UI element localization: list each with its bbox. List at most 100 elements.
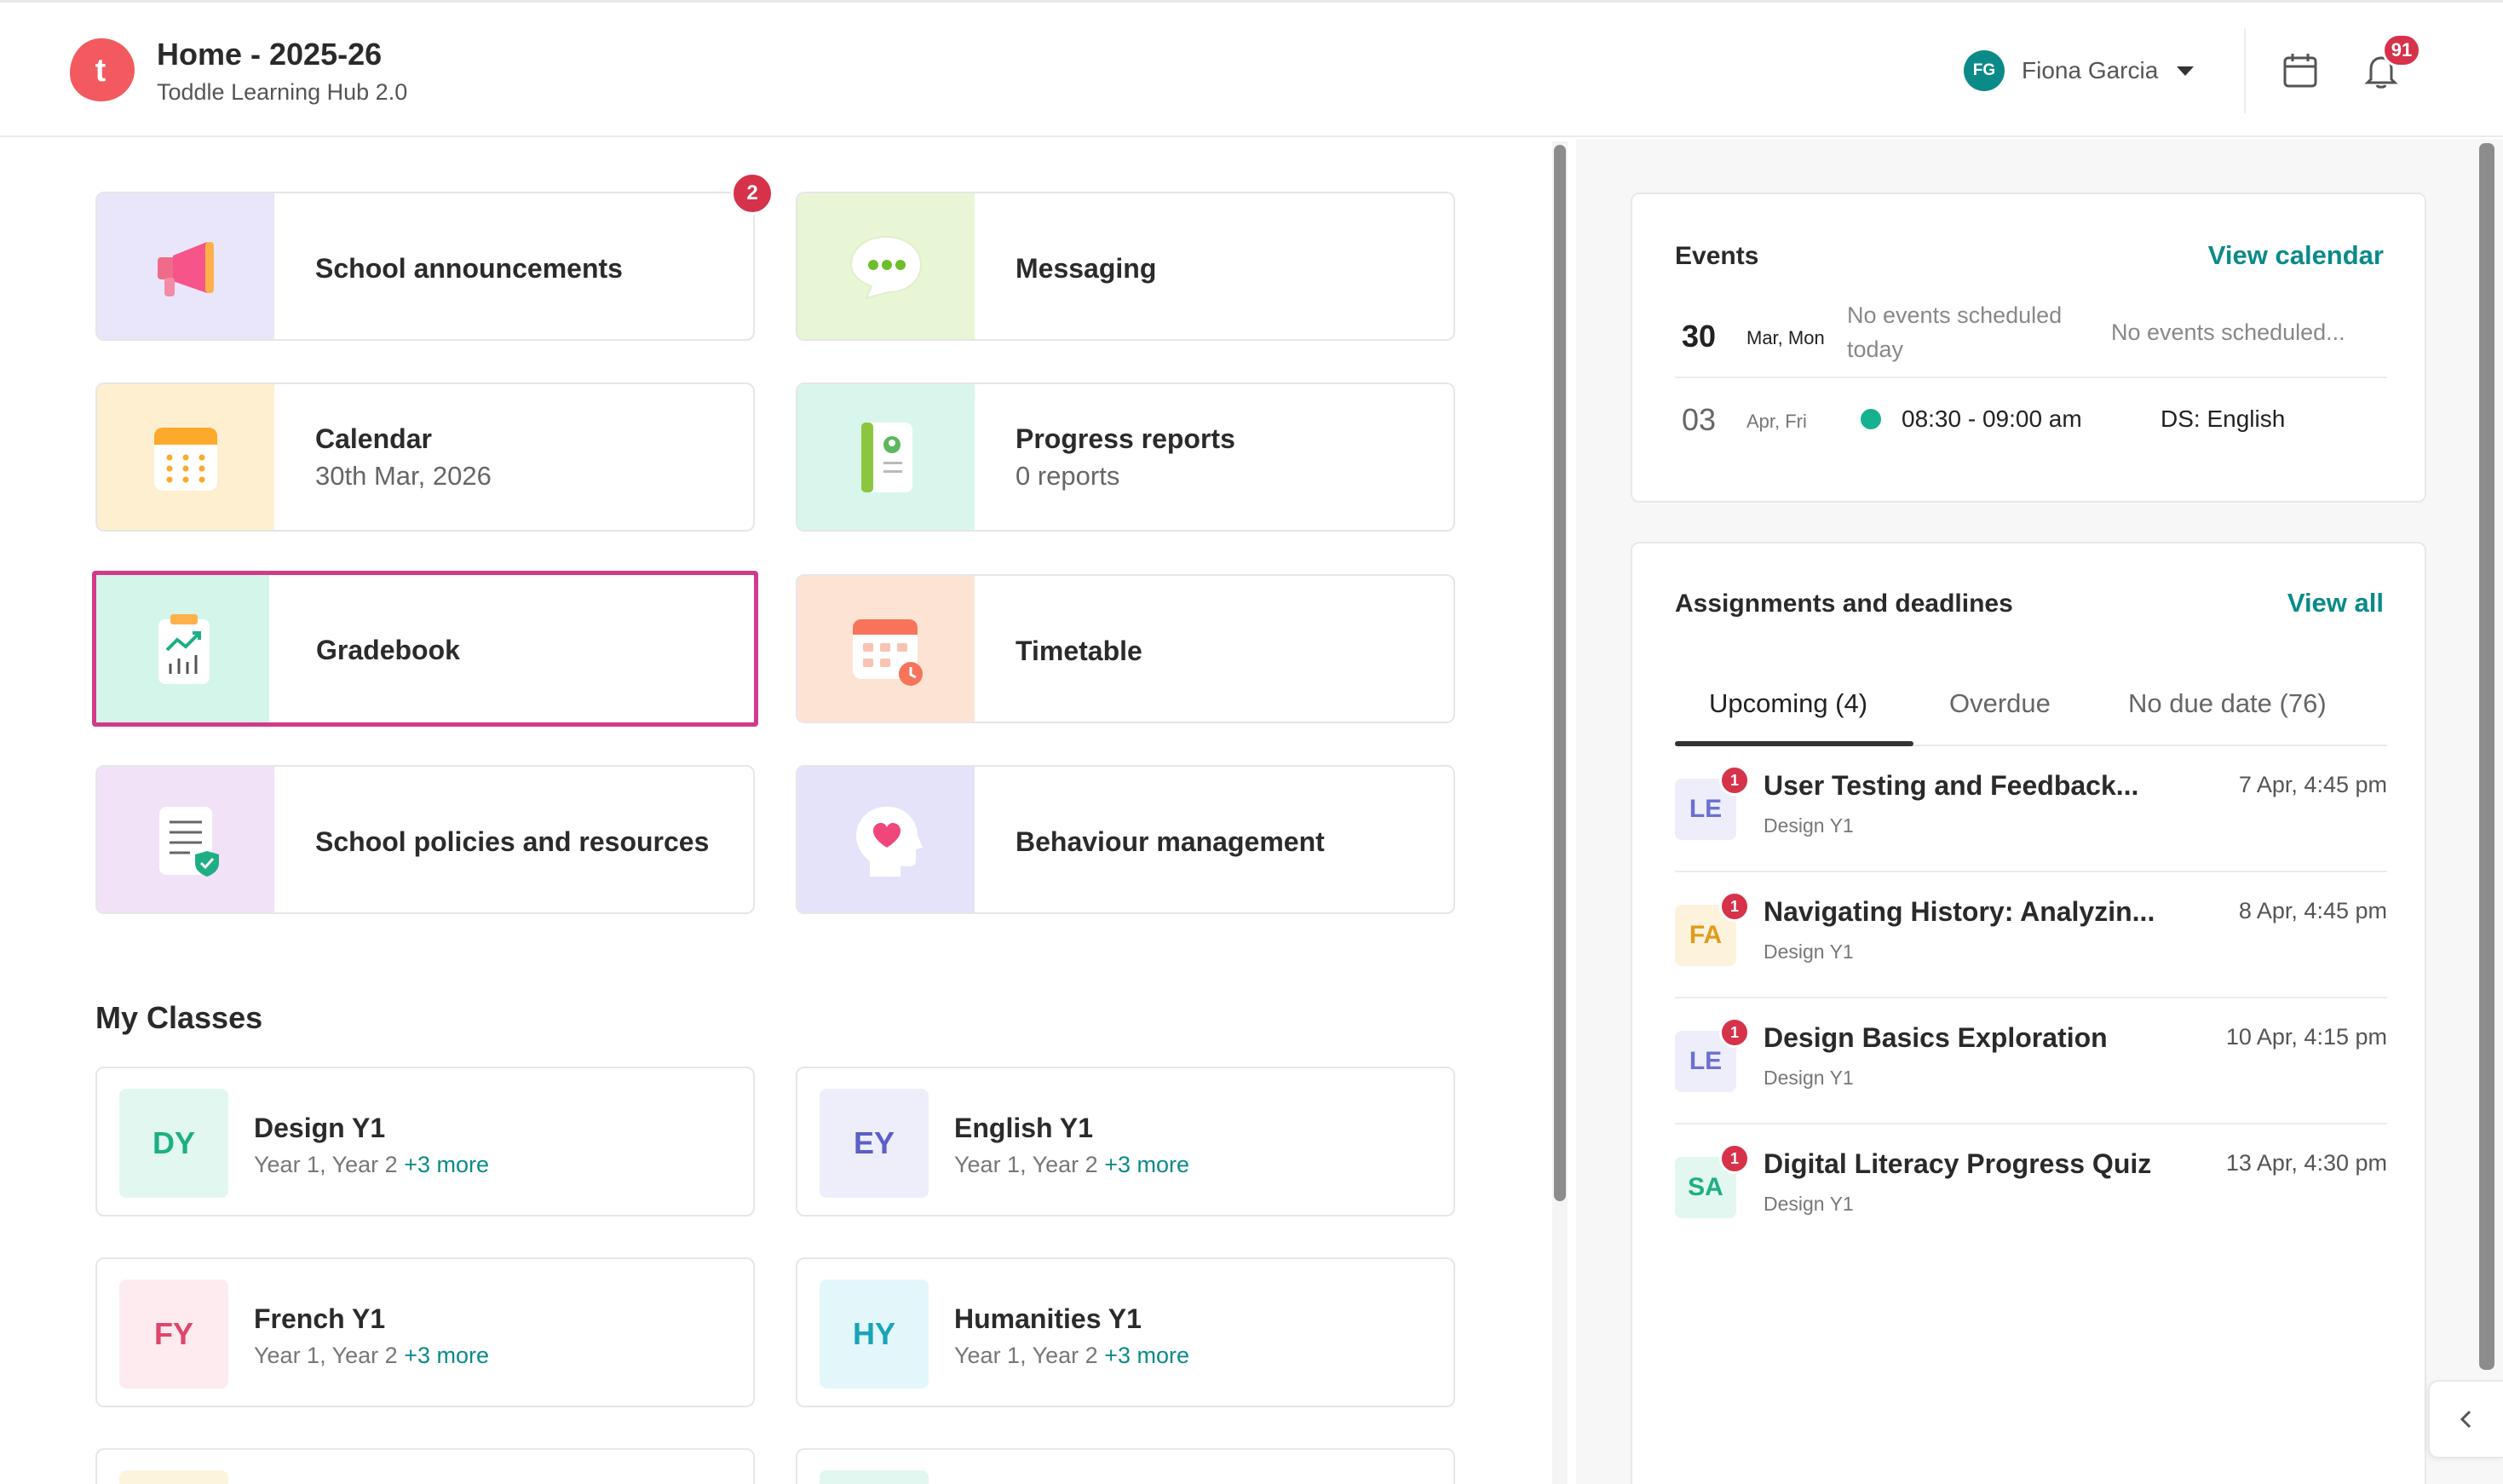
calendar-icon (97, 384, 274, 530)
class-card-partial[interactable] (796, 1448, 1455, 1484)
user-name: Fiona Garcia (2022, 57, 2159, 83)
event-date: Mar, Mon (1746, 327, 1825, 348)
tile-title: School policies and resources (315, 826, 710, 857)
chat-bubble-icon (797, 193, 975, 339)
assignment-item[interactable]: SA 1 Digital Literacy Progress Quiz Desi… (1675, 1125, 2387, 1251)
collapse-panel-button[interactable] (2428, 1380, 2503, 1458)
tile-gradebook[interactable]: Gradebook (92, 571, 758, 727)
event-status-dot (1861, 409, 1881, 429)
class-name: French Y1 (254, 1303, 386, 1334)
assignment-item[interactable]: LE 1 User Testing and Feedback... Design… (1675, 746, 2387, 872)
event-row[interactable]: 03 Apr, Fri 08:30 - 09:00 am DS: English (1675, 392, 2387, 452)
assignment-due-date: 8 Apr, 4:45 pm (2238, 898, 2387, 923)
class-avatar: FY (119, 1280, 228, 1389)
event-time: 08:30 - 09:00 am (1902, 406, 2082, 432)
assignment-due-date: 10 Apr, 4:15 pm (2225, 1024, 2387, 1050)
event-name: DS: English (2161, 406, 2286, 432)
class-name: Design Y1 (254, 1113, 386, 1143)
top-header: t Home - 2025-26 Toddle Learning Hub 2.0… (0, 0, 2503, 137)
assignment-badge: 1 (1719, 765, 1750, 796)
page-title: Home - 2025-26 (157, 37, 383, 72)
class-card-humanities-y1[interactable]: HY Humanities Y1 Year 1, Year 2 +3 more (796, 1257, 1455, 1407)
user-menu[interactable]: FG Fiona Garcia (1964, 50, 2195, 91)
chevron-down-icon (2177, 66, 2195, 76)
class-card-english-y1[interactable]: EY English Y1 Year 1, Year 2 +3 more (796, 1067, 1455, 1217)
event-note: No events scheduled today (1847, 302, 2063, 362)
class-years: Year 1, Year 2 +3 more (254, 1343, 489, 1368)
my-classes-heading: My Classes (95, 1000, 263, 1035)
tile-subtitle: 30th Mar, 2026 (315, 461, 492, 491)
tab-no-due-date[interactable]: No due date (76) (2128, 688, 2327, 719)
more-years-link[interactable]: +3 more (1104, 1343, 1189, 1368)
class-years: Year 1, Year 2 +3 more (954, 1152, 1189, 1177)
toddle-logo[interactable]: t (66, 35, 136, 105)
event-day: 03 (1682, 402, 1717, 437)
gradebook-chart-icon (96, 575, 269, 722)
class-years: Year 1, Year 2 +3 more (254, 1152, 489, 1177)
event-day: 30 (1682, 319, 1717, 354)
event-row-today: 30 Mar, Mon No events scheduled today No… (1675, 302, 2387, 377)
tile-messaging[interactable]: Messaging (796, 192, 1455, 341)
tile-school-announcements[interactable]: School announcements (95, 192, 755, 341)
tile-title: Gradebook (316, 635, 460, 665)
assignment-class: Design Y1 (1764, 1067, 1854, 1089)
more-years-link[interactable]: +3 more (404, 1152, 489, 1177)
tab-upcoming[interactable]: Upcoming (4) (1709, 688, 1867, 719)
tile-title: School announcements (315, 253, 623, 284)
policy-document-icon (97, 767, 274, 912)
calendar-icon[interactable] (2280, 50, 2321, 91)
class-avatar: DY (119, 1089, 228, 1198)
tile-progress-reports[interactable]: Progress reports 0 reports (796, 383, 1455, 532)
chevron-left-icon (2460, 1410, 2471, 1429)
class-avatar (820, 1470, 929, 1484)
more-years-link[interactable]: +3 more (1104, 1152, 1189, 1177)
assignment-class: Design Y1 (1764, 940, 1854, 963)
sidebar-scrollbar[interactable] (2477, 141, 2496, 1484)
report-icon (797, 384, 975, 530)
assignments-panel: Assignments and deadlines View all Upcom… (1631, 542, 2426, 1484)
events-panel: Events View calendar 30 Mar, Mon No even… (1631, 193, 2426, 503)
sidebar-scrollbar-thumb[interactable] (2479, 143, 2494, 1370)
tile-calendar[interactable]: Calendar 30th Mar, 2026 (95, 383, 755, 532)
class-avatar: HY (820, 1280, 929, 1389)
assignment-title: Navigating History: Analyzin... (1764, 896, 2155, 927)
tile-behaviour-management[interactable]: Behaviour management (796, 765, 1455, 914)
event-date: Apr, Fri (1746, 411, 1807, 432)
assignment-badge: 1 (1719, 1017, 1750, 1048)
assignment-title: Design Basics Exploration (1764, 1022, 2108, 1053)
assignment-title: User Testing and Feedback... (1764, 770, 2139, 801)
header-divider (2244, 28, 2246, 113)
avatar: FG (1964, 50, 2005, 91)
notification-badge: 91 (2382, 33, 2421, 67)
tile-school-policies[interactable]: School policies and resources (95, 765, 755, 914)
tile-title: Progress reports (1016, 423, 1235, 454)
tile-subtitle: 0 reports (1016, 461, 1120, 491)
view-calendar-link[interactable]: View calendar (2208, 240, 2384, 271)
divider (1675, 377, 2387, 378)
assignment-item[interactable]: LE 1 Design Basics Exploration Design Y1… (1675, 998, 2387, 1125)
main-scrollbar[interactable] (1552, 141, 1568, 1484)
main-scrollbar-thumb[interactable] (1554, 145, 1566, 1201)
head-heart-icon (797, 767, 975, 912)
tile-timetable[interactable]: Timetable (796, 574, 1455, 723)
assignment-badge: 1 (1719, 1143, 1750, 1174)
view-all-link[interactable]: View all (2287, 588, 2384, 618)
class-avatar (119, 1470, 228, 1484)
more-years-link[interactable]: +3 more (404, 1343, 489, 1368)
events-title: Events (1675, 242, 1759, 270)
class-card-design-y1[interactable]: DY Design Y1 Year 1, Year 2 +3 more (95, 1067, 755, 1217)
megaphone-icon (97, 193, 274, 339)
class-name: English Y1 (954, 1113, 1094, 1143)
tab-overdue[interactable]: Overdue (1949, 688, 2051, 719)
class-card-partial[interactable] (95, 1448, 755, 1484)
class-avatar: EY (820, 1089, 929, 1198)
assignment-class: Design Y1 (1764, 1193, 1854, 1215)
assignment-badge: 1 (1719, 891, 1750, 922)
assignment-item[interactable]: FA 1 Navigating History: Analyzin... Des… (1675, 872, 2387, 998)
tile-title: Messaging (1016, 253, 1157, 284)
svg-text:t: t (95, 53, 106, 89)
tile-title: Calendar (315, 423, 432, 454)
announcements-count-badge: 2 (731, 172, 774, 215)
class-card-french-y1[interactable]: FY French Y1 Year 1, Year 2 +3 more (95, 1257, 755, 1407)
timetable-icon (797, 576, 975, 722)
